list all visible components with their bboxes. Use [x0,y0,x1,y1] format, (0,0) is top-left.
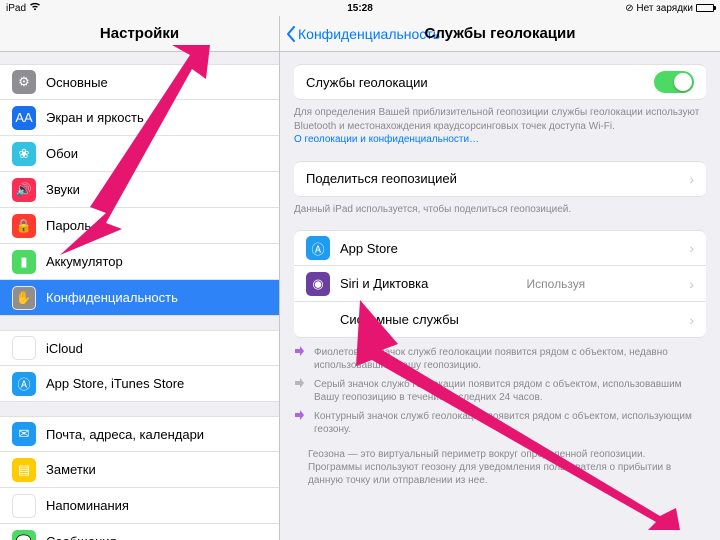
sidebar-item-основные[interactable]: ⚙ Основные [0,64,279,100]
chevron-right-icon: › [689,240,694,256]
sidebar-item-label: Экран и яркость [46,110,144,125]
chevron-right-icon: › [689,276,694,292]
battery-icon: ▮ [12,250,36,274]
legend-text: Серый значок служб геолокации появится р… [314,378,706,404]
sidebar-item-label: Пароль [46,218,91,233]
sidebar-item-app-store-itunes-store[interactable]: Ⓐ App Store, iTunes Store [0,366,279,402]
siri-icon: ◉ [306,272,330,296]
appstore-icon: Ⓐ [12,372,36,396]
sidebar-item-label: Обои [46,146,78,161]
sidebar-item-label: App Store, iTunes Store [46,376,184,391]
wallpaper-icon: ❀ [12,142,36,166]
app-label: Системные службы [340,312,459,327]
sidebar[interactable]: ⚙ Основные AA Экран и яркость ❀ Обои 🔊 Звуки 🔒 Па… [0,52,280,540]
share-location-row[interactable]: Поделиться геопозицией › [294,161,706,197]
sidebar-item-label: Сообщения [46,534,117,540]
page-title: Службы геолокации [425,25,576,42]
device-label: iPad [6,3,26,14]
back-button[interactable]: Конфиденциальность [280,26,440,42]
location-arrow-icon [294,378,306,404]
sidebar-item-звуки[interactable]: 🔊 Звуки [0,172,279,208]
location-arrow-icon [294,346,306,372]
sidebar-item-label: Почта, адреса, календари [46,427,204,442]
location-arrow-icon [294,410,306,436]
appstore-icon: Ⓐ [306,236,330,260]
mail-icon: ✉ [12,422,36,446]
sidebar-item-заметки[interactable]: ▤ Заметки [0,452,279,488]
reminders-icon: ☑ [12,494,36,518]
sidebar-item-label: iCloud [46,341,83,356]
sidebar-item-label: Основные [46,75,108,90]
sidebar-item-почта-адреса-календари[interactable]: ✉ Почта, адреса, календари [0,416,279,452]
sidebar-item-сообщения[interactable]: 💬 Сообщения [0,524,279,540]
sidebar-item-label: Напоминания [46,498,129,513]
notes-icon: ▤ [12,458,36,482]
location-toggle-row[interactable]: Службы геолокации [294,64,706,100]
chevron-right-icon: › [689,171,694,187]
legend: Фиолетовый значок служб геолокации появи… [280,338,720,436]
sidebar-item-конфиденциальность[interactable]: ✋ Конфиденциальность [0,280,279,316]
geozone-text: Геозона — это виртуальный периметр вокру… [280,442,720,487]
sidebar-item-label: Аккумулятор [46,254,123,269]
sidebar-item-label: Звуки [46,182,80,197]
sidebar-item-пароль[interactable]: 🔒 Пароль [0,208,279,244]
detail-pane[interactable]: Службы геолокации Для определения Вашей … [280,52,720,540]
back-label: Конфиденциальность [298,26,440,42]
gear-icon: ⚙ [12,70,36,94]
display-icon: AA [12,106,36,130]
sidebar-item-напоминания[interactable]: ☑ Напоминания [0,488,279,524]
app-row-app-store[interactable]: Ⓐ App Store › [294,230,706,266]
sidebar-title: Настройки [0,16,280,51]
chevron-right-icon: › [689,312,694,328]
sidebar-item-label: Конфиденциальность [46,290,178,305]
battery-icon [696,4,714,12]
legend-text: Контурный значок служб геолокации появит… [314,410,706,436]
wifi-icon [29,2,41,14]
hand-icon: ✋ [12,286,36,310]
sound-icon: 🔊 [12,178,36,202]
charging-status: ⊘ Нет зарядки [625,3,693,14]
clock: 15:28 [347,3,373,14]
location-toggle[interactable] [654,71,694,93]
status-bar: iPad 15:28 ⊘ Нет зарядки [0,0,720,16]
app-row-системные-службы[interactable]: Системные службы › [294,302,706,338]
sidebar-item-аккумулятор[interactable]: ▮ Аккумулятор [0,244,279,280]
about-link[interactable]: О геолокации и конфиденциальности… [294,134,479,145]
sidebar-item-экран-и-яркость[interactable]: AA Экран и яркость [0,100,279,136]
cloud-icon: ☁ [12,336,36,360]
app-label: Siri и Диктовка [340,276,428,291]
sidebar-item-label: Заметки [46,462,96,477]
app-label: App Store [340,241,398,256]
app-row-siri-и-диктовка[interactable]: ◉ Siri и Диктовка Используя › [294,266,706,302]
toggle-footnote: Для определения Вашей приблизительной ге… [280,100,720,147]
lock-icon: 🔒 [12,214,36,238]
legend-text: Фиолетовый значок служб геолокации появи… [314,346,706,372]
messages-icon: 💬 [12,530,36,540]
app-status: Используя [527,277,586,291]
share-footnote: Данный iPad используется, чтобы поделить… [280,197,720,217]
sidebar-item-обои[interactable]: ❀ Обои [0,136,279,172]
sidebar-item-icloud[interactable]: ☁ iCloud [0,330,279,366]
share-label: Поделиться геопозицией [306,171,457,186]
toggle-label: Службы геолокации [306,75,428,90]
